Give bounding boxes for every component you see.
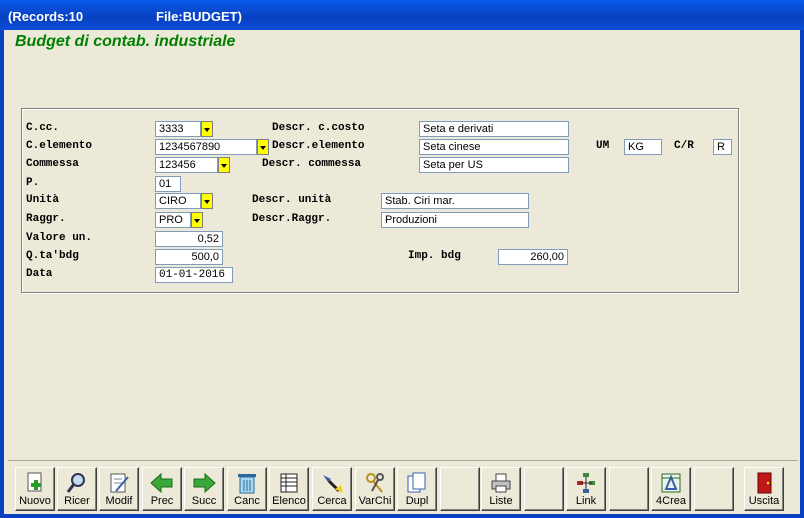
valore-field[interactable]: 0,52 [155,231,223,247]
label-celemento: C.elemento [26,140,93,152]
label-cr: C/R [674,140,694,152]
label-p: P. [26,177,40,189]
printer-icon [482,471,520,495]
data-field[interactable]: 01-01-2016 [155,267,233,283]
dupl-button[interactable]: Dupl [397,467,437,511]
empty-button-1[interactable] [440,467,480,511]
trash-icon [228,471,266,495]
design-icon [652,471,690,495]
varchi-button[interactable]: VarChi [355,467,395,511]
nuovo-button[interactable]: Nuovo [15,467,55,511]
commessa-dropdown-button[interactable] [218,157,230,173]
p-field[interactable]: 01 [155,176,181,192]
cerca-button[interactable]: Cerca [312,467,352,511]
ccc-dropdown-button[interactable] [201,121,213,137]
raggr-dropdown-button[interactable] [191,212,203,228]
title-bar: (Records:10 File:BUDGET) [0,0,804,30]
elenco-button[interactable]: Elenco [269,467,309,511]
succ-button[interactable]: Succ [184,467,224,511]
liste-button[interactable]: Liste [481,467,521,511]
prec-button[interactable]: Prec [142,467,182,511]
descr-commessa-field[interactable]: Seta per US [419,157,569,173]
unita-field[interactable]: CIRO [155,193,201,209]
link-button[interactable]: Link [566,467,606,511]
exit-door-icon [745,471,783,495]
descr-raggr-field[interactable]: Produzioni [381,212,529,228]
label-descr-unita: Descr. unità [252,194,332,206]
arrow-left-icon [143,471,181,495]
canc-button[interactable]: Canc [227,467,267,511]
imp-field[interactable]: 260,00 [498,249,568,265]
empty-button-3[interactable] [609,467,649,511]
edit-document-icon [100,471,138,495]
label-descr-raggr: Descr.Raggr. [252,213,332,225]
flashlight-icon [313,471,351,495]
link-tree-icon [567,471,605,495]
cr-field[interactable]: R [713,139,732,155]
duplicate-icon [398,471,436,495]
ccc-field[interactable]: 3333 [155,121,201,137]
new-document-icon [16,471,54,495]
empty-button-2[interactable] [524,467,564,511]
ricer-button[interactable]: Ricer [57,467,97,511]
commessa-field[interactable]: 123456 [155,157,218,173]
label-data: Data [26,268,53,280]
label-unita: Unità [26,194,60,206]
label-descr-commessa: Descr. commessa [262,158,362,170]
label-imp: Imp. bdg [408,250,461,262]
label-qta: Q.ta'bdg [26,250,79,262]
celemento-dropdown-button[interactable] [257,139,269,155]
modif-button[interactable]: Modif [99,467,139,511]
celemento-field[interactable]: 1234567890 [155,139,257,155]
uscita-button[interactable]: Uscita [744,467,784,511]
label-ccc: C.cc. [26,122,60,134]
form-title: Budget di contab. industriale [15,33,236,50]
label-descr-costo: Descr. c.costo [272,122,365,134]
window-frame-bottom [0,514,804,518]
window-frame-right [800,30,804,518]
raggr-field[interactable]: PRO [155,212,191,228]
label-descr-elemento: Descr.elemento [272,140,365,152]
keys-icon [356,471,394,495]
label-raggr: Raggr. [26,213,66,225]
empty-button-4[interactable] [694,467,734,511]
list-table-icon [270,471,308,495]
qta-field[interactable]: 500,0 [155,249,223,265]
label-um: UM [596,140,610,152]
descr-elemento-field[interactable]: Seta cinese [419,139,569,155]
label-valore: Valore un. [26,232,93,244]
magnifier-icon [58,471,96,495]
um-field[interactable]: KG [624,139,662,155]
records-count: (Records:10 [8,9,84,24]
descr-costo-field[interactable]: Seta e derivati [419,121,569,137]
4crea-button[interactable]: 4Crea [651,467,691,511]
descr-unita-field[interactable]: Stab. Ciri mar. [381,193,529,209]
file-name: File:BUDGET) [156,9,242,24]
fields-group [21,108,739,293]
label-commessa: Commessa [26,158,79,170]
arrow-right-icon [185,471,223,495]
unita-dropdown-button[interactable] [201,193,213,209]
